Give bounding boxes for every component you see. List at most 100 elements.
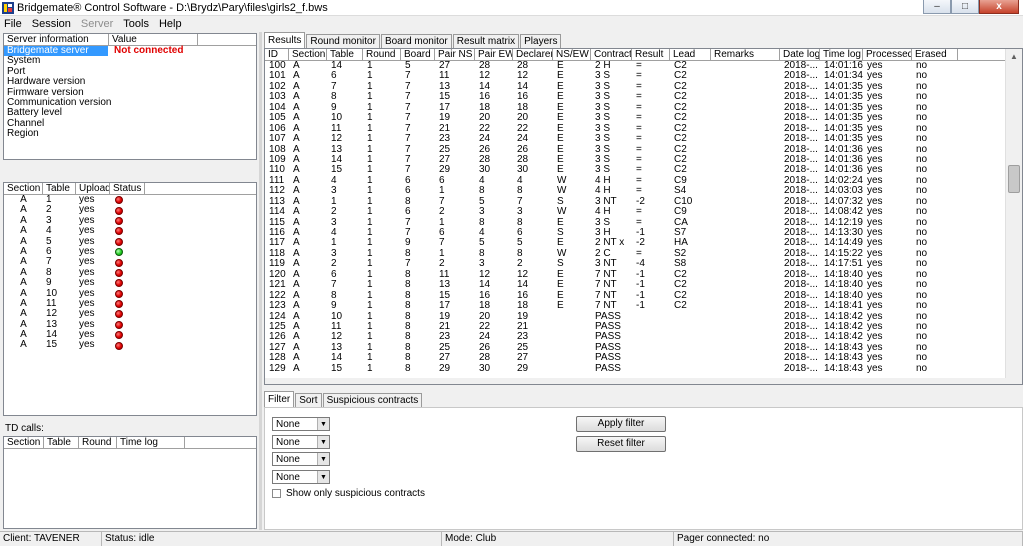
table-row[interactable]: 123 A 9 1 8 17 18 18 E 7 NT -1 C2 2018-... 14:18:41 ye… <box>265 301 1022 311</box>
tab-result-matrix[interactable]: Result matrix <box>452 34 520 48</box>
table-row[interactable]: 106 A 11 1 7 21 22 22 E 3 S = C2 2018-... 14:01:35 yes… <box>265 124 1022 134</box>
col-round[interactable]: Round <box>363 49 401 60</box>
table-status-row[interactable]: A 10 yes <box>4 288 256 299</box>
table-status-row[interactable]: A 4 yes <box>4 225 256 236</box>
table-row[interactable]: 109 A 14 1 7 27 28 28 E 3 S = C2 2018-... 14:01:36 yes… <box>265 155 1022 165</box>
col-status[interactable]: Status <box>110 183 145 194</box>
table-status-row[interactable]: A 7 yes <box>4 256 256 267</box>
table-row[interactable]: 113 A 1 1 8 7 5 7 S 3 NT -2 C10 2018-... 14:07:32 yes n… <box>265 197 1022 207</box>
menu-tools[interactable]: Tools <box>123 17 149 31</box>
table-row[interactable]: 105 A 10 1 7 19 20 20 E 3 S = C2 2018-... 14:01:35 yes… <box>265 113 1022 123</box>
col-section[interactable]: Section <box>4 183 43 194</box>
close-button[interactable]: x <box>979 0 1019 14</box>
menu-server[interactable]: Server <box>81 17 113 31</box>
col-td-table[interactable]: Table <box>44 437 79 448</box>
tab-results[interactable]: Results <box>264 32 306 48</box>
results-vertical-scrollbar[interactable]: ▲ <box>1005 49 1022 384</box>
table-row[interactable]: 125 A 11 1 8 21 22 21 PASS 2018-... 14:18:42 yes no <box>265 322 1022 332</box>
table-row[interactable]: 122 A 8 1 8 15 16 16 E 7 NT -1 C2 2018-... 14:18:40 ye… <box>265 291 1022 301</box>
col-date-log[interactable]: Date log <box>780 49 820 60</box>
suspicious-checkbox[interactable] <box>272 489 281 498</box>
table-row[interactable]: 103 A 8 1 7 15 16 16 E 3 S = C2 2018-... 14:01:35 yes n… <box>265 92 1022 102</box>
table-status-row[interactable]: A 15 yes <box>4 340 256 350</box>
tab-sort[interactable]: Sort <box>295 393 322 407</box>
table-row[interactable]: 101 A 6 1 7 11 12 12 E 3 S = C2 2018-... 14:01:34 yes n… <box>265 71 1022 81</box>
col-server-information[interactable]: Server information <box>4 34 109 45</box>
filter-select-4[interactable]: None ▼ <box>272 470 330 484</box>
scroll-up-arrow[interactable]: ▲ <box>1006 49 1022 63</box>
table-status-row[interactable]: A 11 yes <box>4 298 256 309</box>
table-row[interactable]: 117 A 1 1 9 7 5 5 E 2 NT x -2 HA 2018-... 14:14:49 yes… <box>265 238 1022 248</box>
tab-suspicious-contracts[interactable]: Suspicious contracts <box>322 393 423 407</box>
filter-select-1[interactable]: None ▼ <box>272 417 330 431</box>
table-row[interactable]: 121 A 7 1 8 13 14 14 E 7 NT -1 C2 2018-... 14:18:40 ye… <box>265 280 1022 290</box>
menu-help[interactable]: Help <box>159 17 182 31</box>
table-status-row[interactable]: A 13 yes <box>4 319 256 330</box>
table-row[interactable]: 118 A 3 1 8 1 8 8 W 2 C = S2 2018-... 14:15:22 yes no <box>265 249 1022 259</box>
table-row[interactable]: 102 A 7 1 7 13 14 14 E 3 S = C2 2018-... 14:01:35 yes n… <box>265 82 1022 92</box>
minimize-button[interactable]: – <box>923 0 951 14</box>
server-info-row[interactable]: Hardware version <box>4 76 256 87</box>
col-time-log[interactable]: Time log <box>820 49 863 60</box>
table-row[interactable]: 120 A 6 1 8 11 12 12 E 7 NT -1 C2 2018-... 14:18:40 ye… <box>265 270 1022 280</box>
table-status-row[interactable]: A 5 yes <box>4 236 256 247</box>
col-ns-ew[interactable]: NS/EW <box>553 49 591 60</box>
tab-round-monitor[interactable]: Round monitor <box>306 34 380 48</box>
table-status-row[interactable]: A 1 yes <box>4 194 256 205</box>
table-row[interactable]: 128 A 14 1 8 27 28 27 PASS 2018-... 14:18:43 yes no <box>265 353 1022 363</box>
col-id[interactable]: ID <box>265 49 289 60</box>
table-row[interactable]: 114 A 2 1 6 2 3 3 W 4 H = C9 2018-... 14:08:42 yes no <box>265 207 1022 217</box>
table-row[interactable]: 129 A 15 1 8 29 30 29 PASS 2018-... 14:18:43 yes no <box>265 364 1022 374</box>
table-row[interactable]: 104 A 9 1 7 17 18 18 E 3 S = C2 2018-... 14:01:35 yes n… <box>265 103 1022 113</box>
col-td-section[interactable]: Section <box>4 437 44 448</box>
col-table[interactable]: Table <box>327 49 363 60</box>
table-status-row[interactable]: A 12 yes <box>4 308 256 319</box>
results-horizontal-scrollbar[interactable] <box>265 378 1007 384</box>
col-processed[interactable]: Processed <box>863 49 912 60</box>
col-board[interactable]: Board <box>401 49 435 60</box>
col-pair-ns[interactable]: Pair NS <box>435 49 475 60</box>
reset-filter-button[interactable]: Reset filter <box>576 436 666 452</box>
server-info-row[interactable]: System <box>4 55 256 66</box>
table-row[interactable]: 110 A 15 1 7 29 30 30 E 3 S = C2 2018-... 14:01:36 yes… <box>265 165 1022 175</box>
table-row[interactable]: 111 A 4 1 6 6 4 4 W 4 H = C9 2018-... 14:02:24 yes no <box>265 176 1022 186</box>
col-td-round[interactable]: Round <box>79 437 117 448</box>
col-upload[interactable]: Upload <box>76 183 110 194</box>
table-row[interactable]: 115 A 3 1 7 1 8 8 E 3 S = CA 2018-... 14:12:19 yes no <box>265 218 1022 228</box>
col-result[interactable]: Result <box>632 49 670 60</box>
table-status-row[interactable]: A 14 yes <box>4 329 256 340</box>
table-status-row[interactable]: A 2 yes <box>4 204 256 215</box>
table-status-row[interactable]: A 3 yes <box>4 215 256 226</box>
col-value[interactable]: Value <box>109 34 198 45</box>
apply-filter-button[interactable]: Apply filter <box>576 416 666 432</box>
table-row[interactable]: 126 A 12 1 8 23 24 23 PASS 2018-... 14:18:42 yes no <box>265 332 1022 342</box>
table-row[interactable]: 108 A 13 1 7 25 26 26 E 3 S = C2 2018-... 14:01:36 yes… <box>265 145 1022 155</box>
table-status-row[interactable]: A 8 yes <box>4 267 256 278</box>
table-row[interactable]: 127 A 13 1 8 25 26 25 PASS 2018-... 14:18:43 yes no <box>265 343 1022 353</box>
col-remarks[interactable]: Remarks <box>711 49 780 60</box>
col-declarer[interactable]: Declarer <box>513 49 553 60</box>
filter-select-2[interactable]: None ▼ <box>272 435 330 449</box>
filter-select-3[interactable]: None ▼ <box>272 452 330 466</box>
menu-file[interactable]: File <box>4 17 22 31</box>
server-info-row[interactable]: Region <box>4 128 256 139</box>
tab-players[interactable]: Players <box>520 34 562 48</box>
col-td-time-log[interactable]: Time log <box>117 437 185 448</box>
col-pair-ew[interactable]: Pair EW <box>475 49 513 60</box>
menu-session[interactable]: Session <box>32 17 71 31</box>
server-info-row[interactable]: Bridgemate server Not connected <box>4 45 256 57</box>
table-row[interactable]: 100 A 14 1 5 27 28 28 E 2 H = C2 2018-... 14:01:16 yes… <box>265 61 1022 71</box>
col-contract[interactable]: Contract <box>591 49 632 60</box>
table-row[interactable]: 112 A 3 1 6 1 8 8 W 4 H = S4 2018-... 14:03:03 yes no <box>265 186 1022 196</box>
col-lead[interactable]: Lead <box>670 49 711 60</box>
table-status-row[interactable]: A 9 yes <box>4 277 256 288</box>
tab-filter[interactable]: Filter <box>264 391 295 407</box>
scroll-thumb[interactable] <box>1008 165 1020 193</box>
col-erased[interactable]: Erased <box>912 49 958 60</box>
table-row[interactable]: 107 A 12 1 7 23 24 24 E 3 S = C2 2018-... 14:01:35 yes… <box>265 134 1022 144</box>
vertical-splitter[interactable] <box>259 32 262 530</box>
table-row[interactable]: 119 A 2 1 7 2 3 2 S 3 NT -4 S8 2018-... 14:17:51 yes no <box>265 259 1022 269</box>
table-row[interactable]: 116 A 4 1 7 6 4 6 S 3 H -1 S7 2018-... 14:13:30 yes no <box>265 228 1022 238</box>
col-table[interactable]: Table <box>43 183 76 194</box>
table-row[interactable]: 124 A 10 1 8 19 20 19 PASS 2018-... 14:18:42 yes no <box>265 312 1022 322</box>
